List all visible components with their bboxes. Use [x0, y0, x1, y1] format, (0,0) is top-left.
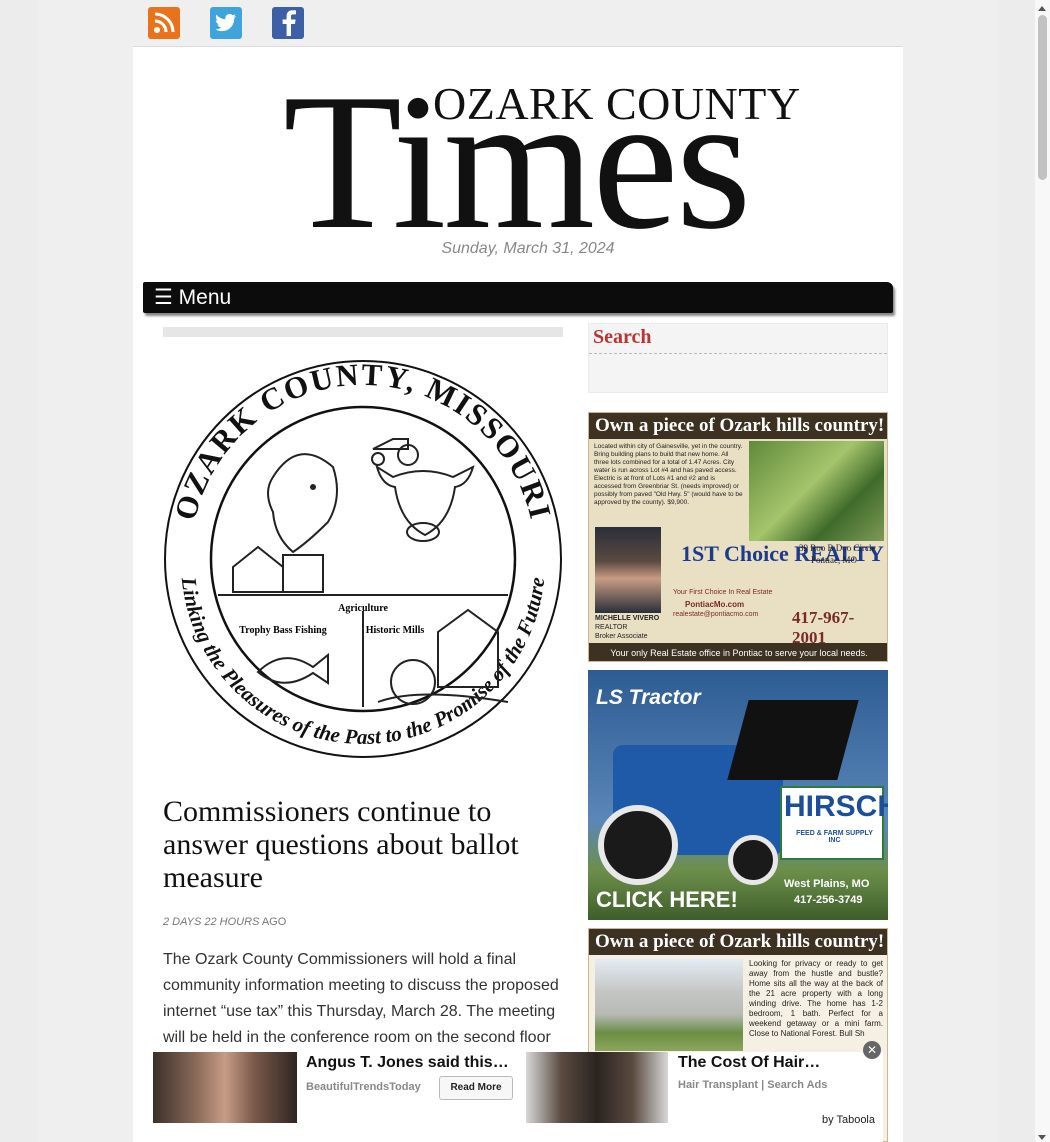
- facebook-icon: [282, 10, 296, 36]
- taboola-item1-title[interactable]: Angus T. Jones said this…: [306, 1054, 509, 1072]
- close-icon[interactable]: ✕: [863, 1041, 881, 1059]
- ad1-phone: 417-967-2001: [792, 608, 855, 647]
- ad2-cta[interactable]: CLICK HERE!: [596, 887, 738, 913]
- tractor-ad[interactable]: LS Tractor HIRSCH FEED & FARM SUPPLY INC…: [588, 670, 888, 920]
- taboola-item2-image[interactable]: [526, 1052, 668, 1123]
- ad2-wheel-front: [728, 835, 778, 885]
- ad2-brand: LS Tractor: [596, 686, 701, 709]
- seal-label-fishing: Trophy Bass Fishing: [239, 625, 326, 636]
- social-bar: [133, 0, 903, 47]
- rss-icon: [154, 12, 175, 33]
- ad2-dealer-sub: FEED & FARM SUPPLY INC: [796, 830, 873, 844]
- search-widget: Search: [588, 323, 888, 393]
- twitter-icon: [215, 14, 236, 32]
- ad3-description: Looking for privacy or ready to get away…: [749, 959, 883, 1038]
- article-headline[interactable]: Commissioners continue to answer questio…: [163, 795, 563, 894]
- twitter-link[interactable]: [210, 7, 242, 39]
- facebook-link[interactable]: [272, 7, 304, 39]
- scroll-up-icon[interactable]: [1038, 6, 1046, 11]
- article-excerpt: The Ozark County Commissioners will hold…: [163, 951, 559, 1046]
- site-wrapper: Times OZARK COUNTY Sunday, March 31, 202…: [38, 0, 998, 1142]
- search-title: Search: [593, 326, 652, 348]
- article-image[interactable]: OZARK COUNTY, MISSOURI Linking the Pleas…: [163, 327, 563, 782]
- ad1-photo-woods: [749, 441, 884, 541]
- ad1-description: Located within city of Gainesville, yet …: [594, 443, 743, 506]
- ad1-footer: Your only Real Estate office in Pontiac …: [589, 643, 887, 661]
- menu-label: ☰ Menu: [154, 286, 232, 309]
- ad1-agent-title: REALTOR: [595, 624, 628, 631]
- ad3-photo-house: [595, 959, 743, 1051]
- taboola-attribution[interactable]: by Taboola: [822, 1114, 875, 1126]
- menu-button[interactable]: ☰ Menu: [143, 282, 893, 313]
- article-time-ago: AGO: [261, 916, 287, 928]
- ad1-email: realestate@pontiacmo.com: [673, 611, 759, 618]
- ad2-phone: 417-256-3749: [794, 894, 863, 906]
- scroll-down-icon[interactable]: [1038, 1135, 1046, 1140]
- ad2-dealer: HIRSCH: [784, 790, 888, 823]
- taboola-item1-image[interactable]: [153, 1052, 297, 1123]
- masthead-county: OZARK COUNTY: [433, 78, 801, 129]
- ad1-city: Pontiac, MO: [811, 555, 857, 565]
- ad1-agent-photo: [595, 527, 661, 613]
- ad3-headline: Own a piece of Ozark hills country!: [589, 929, 887, 955]
- article-time: 2 DAYS 22 HOURS: [163, 916, 260, 928]
- ad1-address: 39 Roo B Doo Circle: [799, 543, 876, 553]
- seal-label-mills: Historic Mills: [366, 625, 425, 636]
- search-divider: [589, 353, 887, 354]
- taboola-widget: Angus T. Jones said this… BeautifulTrend…: [153, 1041, 883, 1142]
- current-date: Sunday, March 31, 2024: [441, 240, 615, 257]
- ad1-agent-name: MICHELLE VIVERO: [595, 615, 660, 622]
- realty-ad-1[interactable]: Own a piece of Ozark hills country! Loca…: [588, 412, 888, 662]
- ad1-website: PontiacMo.com: [685, 600, 745, 609]
- ad1-agent-role: Broker Associate: [595, 633, 648, 640]
- county-seal-image: OZARK COUNTY, MISSOURI Linking the Pleas…: [163, 327, 563, 758]
- rss-link[interactable]: [148, 7, 180, 39]
- ad1-tagline: Your First Choice In Real Estate: [673, 589, 773, 596]
- page-scrollbar[interactable]: [1035, 0, 1050, 1142]
- taboola-item2-title[interactable]: The Cost Of Hair…: [678, 1054, 820, 1072]
- taboola-read-more-button[interactable]: Read More: [439, 1076, 513, 1100]
- ad2-loader-bucket: [727, 700, 859, 780]
- taboola-item2-source[interactable]: Hair Transplant | Search Ads: [678, 1079, 827, 1091]
- ad2-city: West Plains, MO: [784, 878, 870, 890]
- article-meta: 2 DAYS 22 HOURS AGO: [163, 916, 286, 928]
- page-content: Times OZARK COUNTY Sunday, March 31, 202…: [133, 47, 903, 1142]
- taboola-item1-source[interactable]: BeautifulTrendsToday: [306, 1081, 421, 1093]
- ad1-headline: Own a piece of Ozark hills country!: [589, 413, 887, 439]
- scrollbar-thumb[interactable]: [1038, 15, 1047, 180]
- ad2-wheel-rear: [598, 805, 678, 885]
